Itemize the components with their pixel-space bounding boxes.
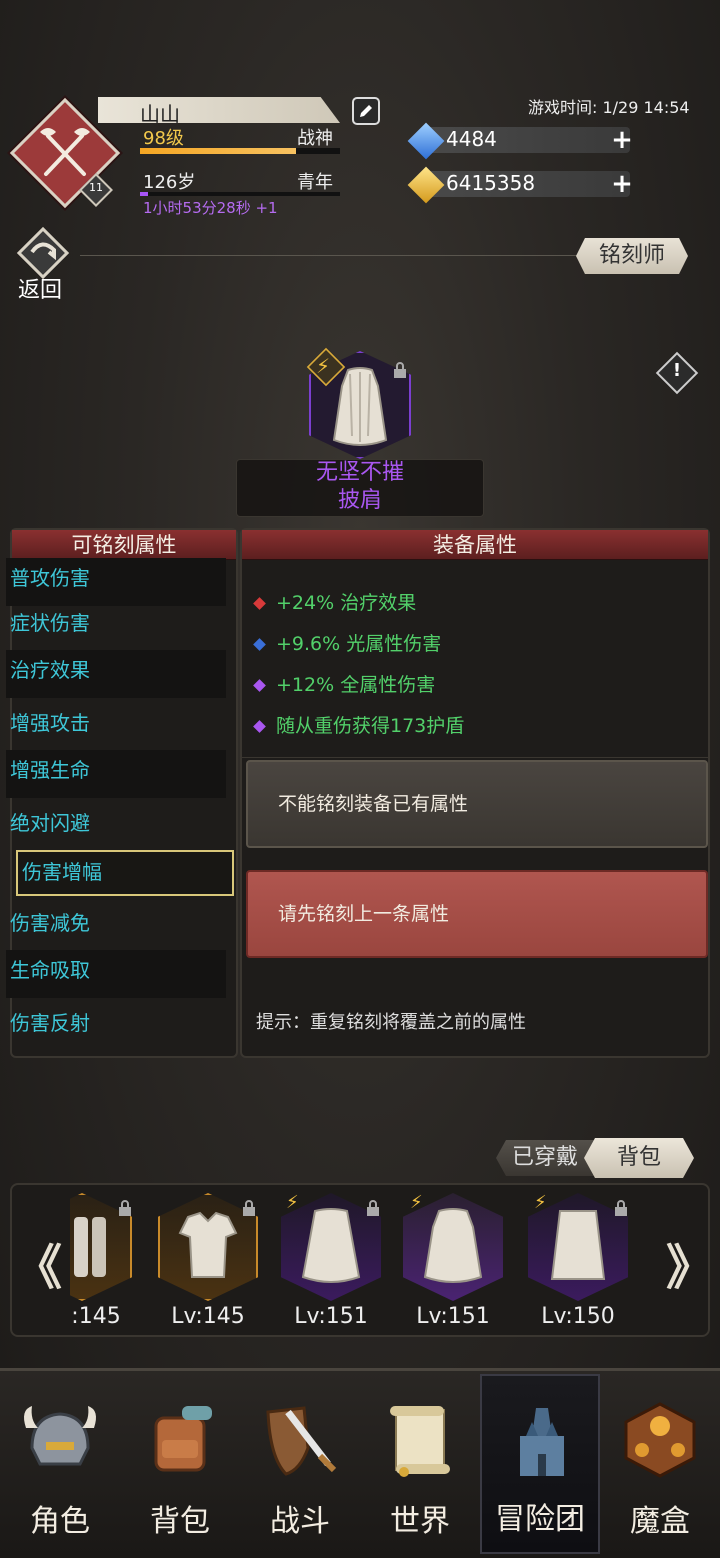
engravable-attributes-title: 可铭刻属性 — [12, 530, 236, 560]
add-diamond-button[interactable]: + — [610, 127, 634, 153]
slot-level: Lv:151 — [416, 1304, 490, 1329]
item-type: 披肩 — [337, 488, 382, 513]
armor-icon — [178, 1211, 238, 1278]
backpack-icon — [154, 1406, 212, 1472]
age-timer: 1小时53分28秒 +1 — [143, 199, 278, 217]
panel-divider — [240, 757, 710, 758]
equipment-attributes-title: 装备属性 — [242, 530, 708, 560]
lock-icon — [367, 1200, 379, 1216]
nav-tab-label: 冒险团 — [495, 1502, 585, 1537]
player-title: 战神 — [297, 128, 333, 149]
exp-bar-fill — [140, 148, 296, 154]
player-level: 98级 — [143, 128, 184, 149]
age-bar — [140, 192, 340, 196]
gold-count: 6415358 — [446, 171, 536, 195]
engrave-warning-previous[interactable]: 请先铭刻上一条属性 — [246, 870, 708, 958]
item-name: 无坚不摧 — [315, 460, 404, 485]
header-divider — [80, 255, 580, 256]
red-gem-icon — [253, 597, 266, 610]
cloak-icon — [423, 1208, 483, 1283]
prev-arrow-icon[interactable]: 《 — [14, 1228, 62, 1298]
sword-shield-icon — [266, 1406, 337, 1476]
engrave-tip: 提示：重复铭刻将覆盖之前的属性 — [256, 1012, 526, 1033]
slot-level: Lv:151 — [294, 1304, 368, 1329]
nav-tab-magic-box[interactable]: 魔盒 — [600, 1374, 720, 1554]
lightning-icon: ⚡ — [410, 1192, 423, 1213]
crossed-axes-icon — [40, 128, 90, 176]
diamond-count: 4484 — [446, 127, 497, 151]
attr-row[interactable]: 增强攻击 — [6, 703, 226, 751]
next-arrow-icon[interactable]: 》 — [666, 1228, 714, 1298]
nav-tab-role[interactable]: 角色 — [0, 1374, 120, 1554]
lock-icon — [119, 1200, 131, 1216]
cloak-icon — [301, 1208, 361, 1283]
equip-attr-3: +12% 全属性伤害 — [253, 670, 435, 697]
engrave-warning-existing[interactable]: 不能铭刻装备已有属性 — [246, 760, 708, 848]
lock-icon — [615, 1200, 627, 1216]
game-time: 游戏时间: 1/29 14:54 — [528, 98, 690, 117]
greaves-icon — [74, 1217, 106, 1277]
attr-row[interactable]: 治疗效果 — [6, 650, 226, 698]
attr-row[interactable]: 伤害反射 — [6, 1003, 226, 1051]
lightning-icon: ⚡ — [286, 1192, 299, 1213]
cape-icon — [550, 1210, 606, 1280]
lightning-icon: ⚡ — [534, 1192, 547, 1213]
nav-tab-world[interactable]: 世界 — [360, 1374, 480, 1554]
magic-box-icon — [624, 1402, 696, 1478]
lock-icon — [394, 362, 406, 378]
age-bar-fill — [140, 192, 148, 196]
slot-level: Lv:150 — [541, 1304, 615, 1329]
player-name: 山山 — [140, 102, 180, 126]
attr-row[interactable]: 伤害减免 — [6, 903, 226, 951]
exclamation-icon[interactable]: ! — [662, 360, 692, 381]
engraver-tab[interactable]: 铭刻师 — [576, 238, 688, 274]
attr-row[interactable]: 症状伤害 — [6, 603, 226, 651]
slot-level: Lv:145 — [171, 1304, 245, 1329]
attr-row[interactable]: 普攻伤害 — [6, 558, 226, 606]
slot-level: :145 — [71, 1304, 121, 1329]
nav-tab-label: 战斗 — [270, 1504, 330, 1539]
avatar-level-text: 11 — [89, 181, 103, 194]
bag-tab[interactable]: 背包 — [584, 1138, 694, 1178]
add-gold-button[interactable]: + — [610, 171, 634, 197]
blue-gem-icon — [253, 638, 266, 651]
back-button-label[interactable]: 返回 — [18, 272, 62, 304]
attr-row[interactable]: 绝对闪避 — [6, 803, 226, 851]
nav-tab-label: 魔盒 — [630, 1504, 690, 1539]
nav-tab-label: 角色 — [30, 1504, 90, 1539]
equip-attr-2: +9.6% 光属性伤害 — [253, 629, 441, 656]
attr-row[interactable]: 增强生命 — [6, 750, 226, 798]
castle-icon — [520, 1408, 564, 1476]
attr-row-selected[interactable]: 伤害增幅 — [16, 850, 234, 896]
nav-tab-label: 背包 — [150, 1504, 210, 1539]
equip-attr-1: +24% 治疗效果 — [253, 588, 416, 615]
attr-row[interactable]: 生命吸取 — [6, 950, 226, 998]
purple-gem-icon — [253, 720, 266, 733]
player-age-stage: 青年 — [297, 172, 333, 193]
lock-icon — [243, 1200, 255, 1216]
nav-tab-label: 世界 — [390, 1504, 450, 1539]
nav-tab-adventure-group[interactable]: 冒险团 — [480, 1374, 600, 1554]
nav-tab-bag[interactable]: 背包 — [120, 1374, 240, 1554]
helmet-icon — [24, 1406, 96, 1466]
lightning-icon: ⚡ — [316, 354, 331, 378]
purple-gem-icon — [253, 679, 266, 692]
equipped-tab[interactable]: 已穿戴 — [496, 1140, 596, 1176]
scroll-map-icon — [390, 1406, 450, 1477]
equip-attr-4: 随从重伤获得173护盾 — [253, 711, 464, 738]
edit-icon[interactable] — [352, 97, 380, 125]
nav-tab-battle[interactable]: 战斗 — [240, 1374, 360, 1554]
name-plate — [98, 97, 340, 123]
player-age: 126岁 — [143, 172, 196, 193]
